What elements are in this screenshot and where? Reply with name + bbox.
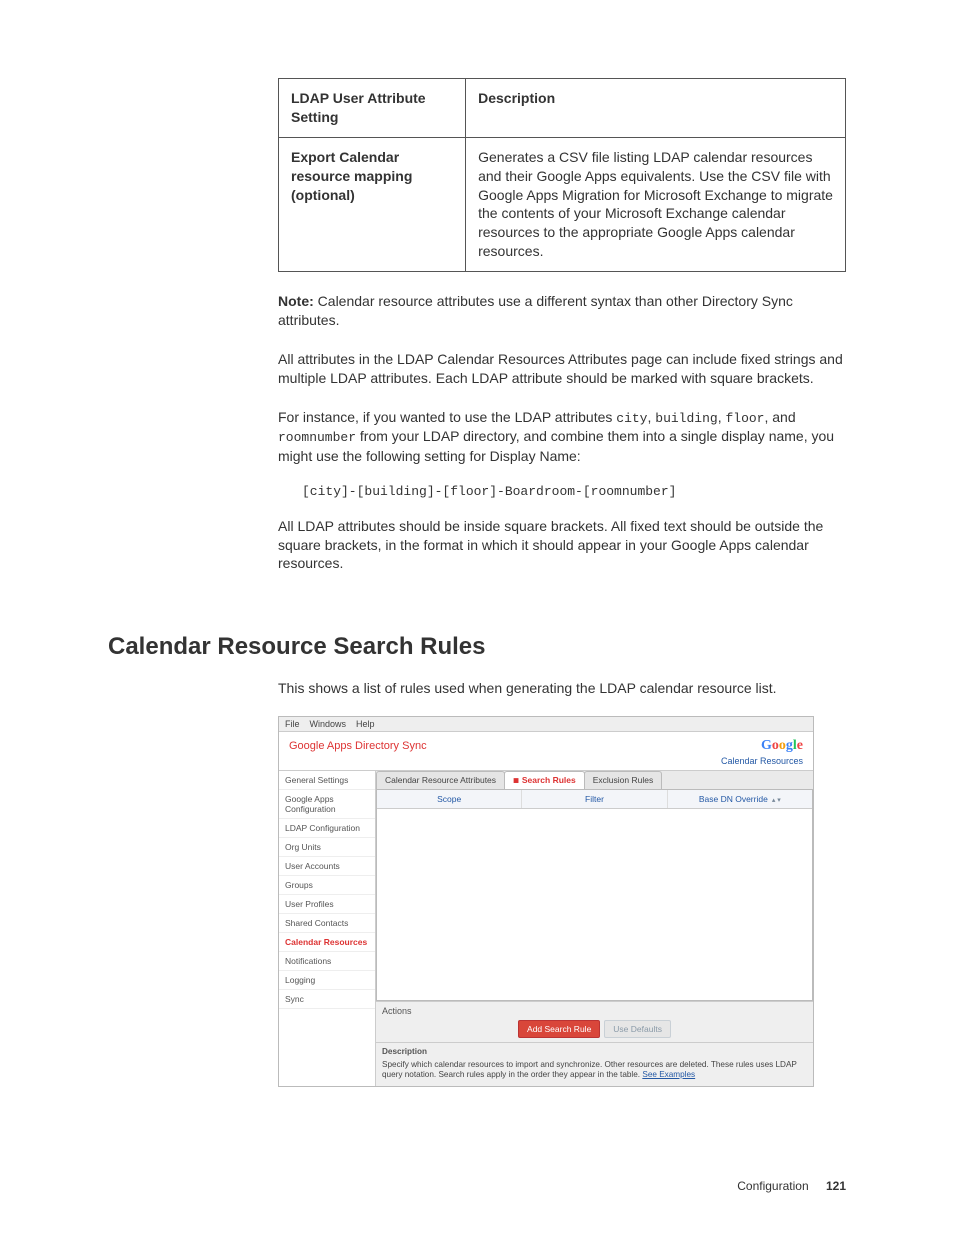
instance-paragraph: For instance, if you wanted to use the L… xyxy=(278,408,846,466)
sidebar-item-shared-contacts[interactable]: Shared Contacts xyxy=(279,914,375,933)
td-setting: Export Calendar resource mapping (option… xyxy=(279,137,466,271)
sidebar-item-user-profiles[interactable]: User Profiles xyxy=(279,895,375,914)
sidebar-item-groups[interactable]: Groups xyxy=(279,876,375,895)
sidebar-item-org-units[interactable]: Org Units xyxy=(279,838,375,857)
breadcrumb: Calendar Resources xyxy=(279,756,813,770)
google-logo: Google xyxy=(761,738,803,754)
tab-calendar-resource-attributes[interactable]: Calendar Resource Attributes xyxy=(376,771,505,789)
note-label: Note: xyxy=(278,293,314,309)
tab-search-rules-label: Search Rules xyxy=(522,775,576,785)
col-filter-label: Filter xyxy=(585,794,604,804)
th-setting: LDAP User Attribute Setting xyxy=(279,79,466,138)
section-intro: This shows a list of rules used when gen… xyxy=(278,679,846,698)
sidebar-item-notifications[interactable]: Notifications xyxy=(279,952,375,971)
app-title: Google Apps Directory Sync xyxy=(289,740,427,752)
tabs: Calendar Resource Attributes ■ Search Ru… xyxy=(376,771,813,789)
code-building: building xyxy=(655,411,717,426)
menu-help[interactable]: Help xyxy=(356,719,375,729)
menu-windows[interactable]: Windows xyxy=(310,719,347,729)
actions-panel: Actions Add Search Rule Use Defaults xyxy=(376,1001,813,1042)
description-panel: Description Specify which calendar resou… xyxy=(376,1042,813,1086)
th-description: Description xyxy=(466,79,846,138)
note-body: Calendar resource attributes use a diffe… xyxy=(278,293,793,328)
see-examples-link[interactable]: See Examples xyxy=(642,1070,695,1079)
col-scope[interactable]: Scope xyxy=(377,790,522,808)
instance-text-c: from your LDAP directory, and combine th… xyxy=(278,428,834,464)
description-body: Specify which calendar resources to impo… xyxy=(382,1060,797,1079)
description-label: Description xyxy=(382,1047,807,1057)
sidebar: General Settings Google Apps Configurati… xyxy=(279,771,376,1086)
use-defaults-button[interactable]: Use Defaults xyxy=(604,1020,671,1038)
col-filter[interactable]: Filter xyxy=(522,790,667,808)
tab-search-rules[interactable]: ■ Search Rules xyxy=(504,771,585,789)
display-name-codeblock: [city]-[building]-[floor]-Boardroom-[roo… xyxy=(302,484,846,499)
footer-page-number: 121 xyxy=(826,1179,846,1193)
code-floor: floor xyxy=(725,411,764,426)
td-description: Generates a CSV file listing LDAP calend… xyxy=(466,137,846,271)
ldap-attribute-table: LDAP User Attribute Setting Description … xyxy=(278,78,846,272)
actions-label: Actions xyxy=(382,1006,807,1016)
sidebar-item-calendar-resources[interactable]: Calendar Resources xyxy=(279,933,375,952)
col-base-dn[interactable]: Base DN Override ▴ ▾ xyxy=(668,790,812,808)
instance-text-b: , and xyxy=(764,409,795,425)
col-base-label: Base DN Override xyxy=(699,794,768,804)
menu-file[interactable]: File xyxy=(285,719,300,729)
sidebar-item-sync[interactable]: Sync xyxy=(279,990,375,1009)
instance-text-a: For instance, if you wanted to use the L… xyxy=(278,409,616,425)
sidebar-item-logging[interactable]: Logging xyxy=(279,971,375,990)
sidebar-item-user-accounts[interactable]: User Accounts xyxy=(279,857,375,876)
note-paragraph: Note: Calendar resource attributes use a… xyxy=(278,292,846,330)
sidebar-item-general[interactable]: General Settings xyxy=(279,771,375,790)
tab-exclusion-rules[interactable]: Exclusion Rules xyxy=(584,771,662,789)
attr-paragraph: All attributes in the LDAP Calendar Reso… xyxy=(278,350,846,388)
tab-indicator-icon: ■ xyxy=(513,775,522,786)
rules-grid: Scope Filter Base DN Override ▴ ▾ xyxy=(376,789,813,1001)
menubar: File Windows Help xyxy=(279,717,813,732)
footer-section: Configuration xyxy=(737,1179,808,1193)
rules-grid-body xyxy=(377,809,812,1000)
col-scope-label: Scope xyxy=(437,794,461,804)
code-city: city xyxy=(616,411,647,426)
section-heading: Calendar Resource Search Rules xyxy=(108,633,846,661)
sidebar-item-gapps-config[interactable]: Google Apps Configuration xyxy=(279,790,375,819)
page-footer: Configuration 121 xyxy=(737,1179,846,1193)
sort-icon: ▴ ▾ xyxy=(772,797,781,804)
app-screenshot: File Windows Help Google Apps Directory … xyxy=(278,716,814,1087)
add-search-rule-button[interactable]: Add Search Rule xyxy=(518,1020,600,1038)
sidebar-item-ldap-config[interactable]: LDAP Configuration xyxy=(279,819,375,838)
outside-paragraph: All LDAP attributes should be inside squ… xyxy=(278,517,846,574)
code-roomnumber: roomnumber xyxy=(278,430,356,445)
